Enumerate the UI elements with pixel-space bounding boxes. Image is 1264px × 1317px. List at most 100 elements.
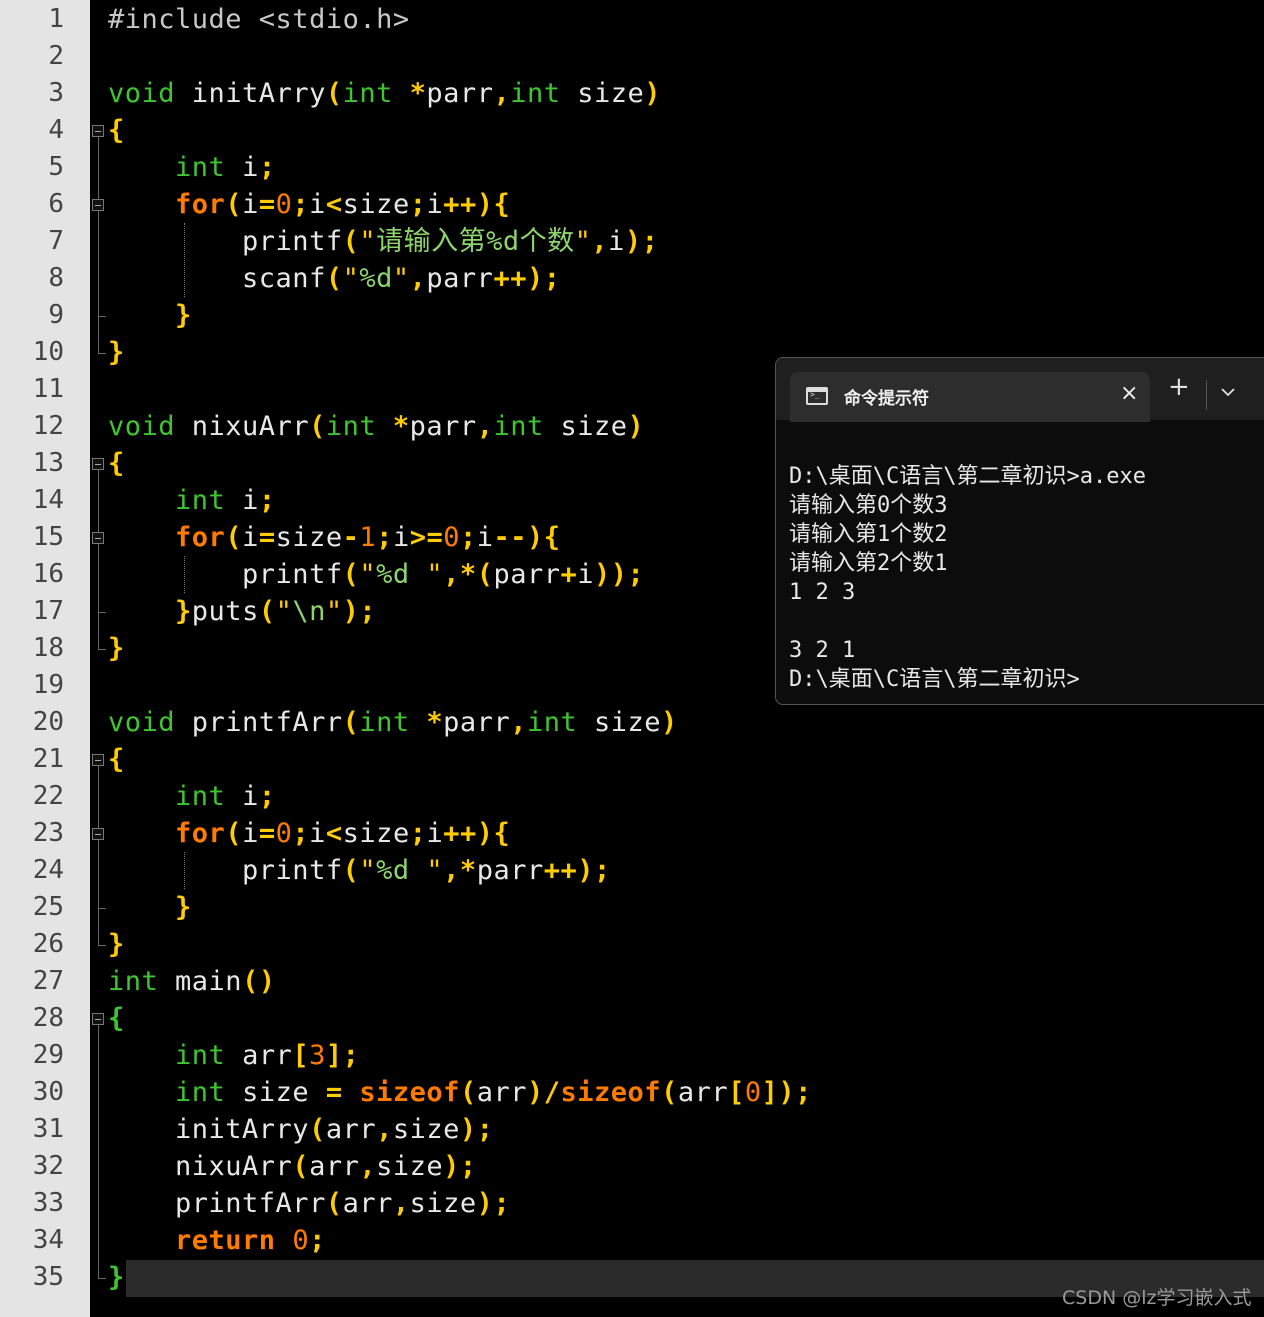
code-token: printf [108, 559, 343, 590]
code-token: ( [661, 1077, 678, 1108]
fold-toggle-icon[interactable] [92, 753, 104, 766]
code-token: printfArr [108, 1188, 326, 1219]
code-token: ; [292, 189, 310, 220]
code-token: " [359, 226, 377, 257]
code-line: { [108, 1000, 125, 1037]
code-token: for [175, 818, 226, 849]
code-token: , [443, 559, 460, 590]
line-number: 31 [32, 1114, 64, 1144]
code-token: } [108, 929, 125, 960]
code-token: ; [258, 781, 276, 812]
code-token: i [608, 226, 625, 257]
terminal-tab[interactable]: 命令提示符 × [790, 372, 1150, 422]
code-token: 0 [275, 189, 293, 220]
code-token: ( [309, 1114, 326, 1145]
code-token: [ [292, 1040, 310, 1071]
code-token: void [108, 78, 176, 109]
code-token: , [493, 78, 511, 109]
line-number: 3 [48, 78, 64, 108]
code-token: size [577, 707, 662, 738]
terminal-output-line: 请输入第1个数2 [789, 522, 948, 547]
code-token: () [242, 966, 276, 997]
code-token: * [392, 411, 410, 442]
code-token: , [510, 707, 527, 738]
fold-toggle-icon[interactable] [92, 198, 104, 211]
code-token: ; [795, 1077, 812, 1108]
code-line: int arr[3]; [108, 1037, 359, 1074]
command-prompt-window[interactable]: 命令提示符 × + D:\桌面\C语言\第二章初识>a.exe 请输入第0个数3 请… [775, 357, 1264, 705]
code-token: } [175, 596, 192, 627]
fold-toggle-icon[interactable] [92, 1012, 104, 1025]
code-token: size [376, 1151, 444, 1182]
fold-guide [98, 469, 99, 649]
code-token: ( [342, 559, 360, 590]
fold-toggle-icon[interactable] [92, 457, 104, 470]
code-token: int [493, 411, 544, 442]
line-number: 26 [32, 929, 64, 959]
code-line: return 0; [108, 1222, 326, 1259]
terminal-output-line: 1 2 3 [789, 580, 856, 605]
code-token: 请输入第%d个数 [376, 226, 575, 257]
code-token: , [392, 1188, 410, 1219]
fold-toggle-icon[interactable] [92, 531, 104, 544]
code-token: ; [309, 1225, 326, 1256]
code-token: parr [409, 411, 477, 442]
code-token: i [426, 189, 444, 220]
code-token: ; [342, 1040, 360, 1071]
code-line: } [108, 334, 125, 371]
code-token: [ [728, 1077, 745, 1108]
code-token: initArry [175, 78, 326, 109]
code-token: 0 [275, 818, 293, 849]
code-token: , [443, 855, 460, 886]
code-token: sizeof [359, 1077, 460, 1108]
code-token: ] [325, 1040, 343, 1071]
new-tab-button[interactable]: + [1168, 374, 1190, 400]
indent-guide [184, 556, 185, 593]
fold-toggle-icon[interactable] [92, 124, 104, 137]
code-token: for [175, 189, 226, 220]
code-token: arr [225, 1040, 293, 1071]
code-token: ( [325, 1188, 343, 1219]
fold-toggle-icon[interactable] [92, 827, 104, 840]
code-token: ] [761, 1077, 779, 1108]
code-token: size [409, 1188, 477, 1219]
code-token: int [342, 78, 393, 109]
code-line: for(i=0;i<size;i++){ [108, 186, 510, 223]
chevron-down-icon[interactable] [1216, 380, 1240, 404]
code-token: 0 [443, 522, 460, 553]
code-token: int [510, 78, 561, 109]
close-tab-icon[interactable]: × [1120, 381, 1138, 406]
code-token: ( [225, 818, 243, 849]
code-token: ( [325, 263, 343, 294]
code-token: / [543, 1077, 561, 1108]
code-token: nixuArr [108, 1151, 293, 1182]
code-token: int [359, 707, 410, 738]
terminal-output[interactable]: D:\桌面\C语言\第二章初识>a.exe 请输入第0个数3 请输入第1个数2 请输入… [776, 420, 1264, 704]
code-token: int [175, 781, 226, 812]
fold-end-marker [98, 907, 106, 909]
code-token: 0 [744, 1077, 762, 1108]
code-token: = [258, 818, 276, 849]
fold-end-marker [98, 352, 106, 354]
code-token: %d [376, 559, 427, 590]
line-number: 13 [32, 448, 64, 478]
code-token: i [426, 818, 444, 849]
line-number: 17 [32, 596, 64, 626]
code-token: %d [376, 855, 427, 886]
line-number: 21 [32, 744, 64, 774]
code-token: ; [409, 189, 427, 220]
code-token: ) [644, 78, 662, 109]
code-token: i [225, 152, 259, 183]
code-token: ; [258, 152, 276, 183]
terminal-output-line: 请输入第0个数3 [789, 493, 948, 518]
code-token: parr [426, 78, 494, 109]
code-token: ( [342, 226, 360, 257]
code-token: { [493, 818, 511, 849]
code-token: ++ [443, 818, 477, 849]
code-token: size [392, 1114, 460, 1145]
terminal-titlebar[interactable]: 命令提示符 × + [776, 358, 1264, 422]
code-token: i [225, 485, 259, 516]
